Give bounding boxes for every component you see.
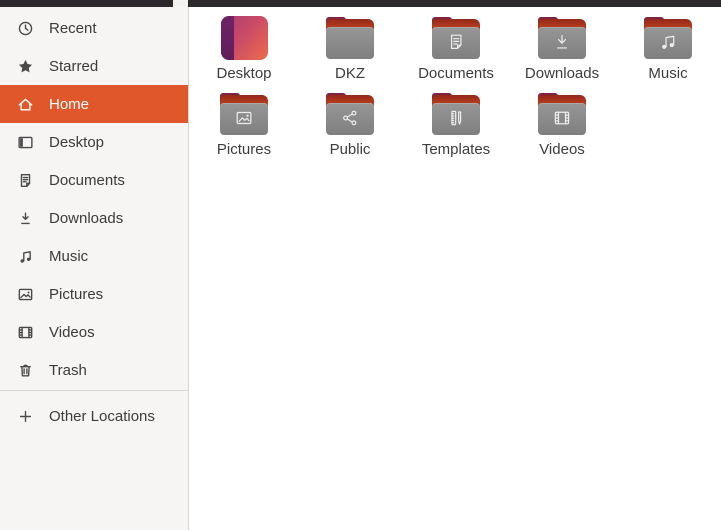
folder-icon [538,12,586,64]
folder-icon [432,12,480,64]
share-emblem-icon [343,110,357,126]
folder-icon [220,88,268,140]
headerbar-seam [173,0,188,7]
sidebar-item-starred[interactable]: Starred [0,47,188,85]
film-emblem-icon [554,111,570,125]
file-label: Desktop [216,65,272,82]
sidebar-item-label: Other Locations [49,407,155,425]
file-item-documents[interactable]: Documents [406,12,506,88]
sidebar-item-label: Videos [49,323,95,341]
file-label: Documents [418,65,494,82]
sidebar-item-label: Music [49,247,89,265]
folder-icon [538,88,586,140]
sidebar-item-label: Trash [49,361,87,379]
file-label: Videos [539,141,585,158]
sidebar-item-label: Pictures [49,285,104,303]
sidebar-separator [0,390,188,391]
image-icon [17,286,34,303]
folder-icon [326,12,374,64]
file-label: Downloads [524,65,600,82]
file-item-pictures[interactable]: Pictures [194,88,294,164]
music-emblem-icon [662,35,675,49]
download-icon [17,210,34,227]
file-label: Music [648,65,688,82]
sidebar-item-pictures[interactable]: Pictures [0,275,188,313]
sidebar-item-label: Recent [49,19,97,37]
sidebar: Recent Starred Home Desktop Documents Do… [0,7,189,530]
sidebar-item-label: Desktop [49,133,105,151]
file-item-music[interactable]: Music [618,12,718,88]
sidebar-item-label: Downloads [49,209,124,227]
sidebar-item-desktop[interactable]: Desktop [0,123,188,161]
download-emblem-icon [556,35,568,49]
sidebar-item-recent[interactable]: Recent [0,9,188,47]
star-icon [17,58,34,75]
clock-icon [17,20,34,37]
film-icon [17,324,34,341]
plus-icon [17,408,34,425]
file-item-templates[interactable]: Templates [406,88,506,164]
file-label: Templates [421,141,491,158]
window-top-edge [0,0,721,7]
document-emblem-icon [450,34,462,49]
file-grid: Desktop DKZ Documents Downloads Music Pi… [189,7,721,530]
sidebar-item-music[interactable]: Music [0,237,188,275]
file-label: DKZ [335,65,365,82]
sidebar-item-label: Documents [49,171,125,189]
file-label: Public [329,141,371,158]
files-window: Recent Starred Home Desktop Documents Do… [0,0,721,530]
template-emblem-icon [451,110,462,126]
folder-icon [326,88,374,140]
sidebar-item-trash[interactable]: Trash [0,351,188,389]
music-note-icon [17,248,34,265]
file-item-videos[interactable]: Videos [512,88,612,164]
sidebar-item-label: Home [49,95,90,113]
file-item-public[interactable]: Public [300,88,400,164]
sidebar-item-videos[interactable]: Videos [0,313,188,351]
file-label: Pictures [216,141,272,158]
sidebar-item-other-locations[interactable]: Other Locations [0,397,188,435]
desktop-icon [17,134,34,151]
sidebar-item-label: Starred [49,57,99,75]
sidebar-item-documents[interactable]: Documents [0,161,188,199]
image-emblem-icon [236,111,252,125]
desktop-wallpaper-icon [220,12,268,64]
home-icon [17,96,34,113]
file-item-downloads[interactable]: Downloads [512,12,612,88]
document-icon [17,172,34,189]
sidebar-item-downloads[interactable]: Downloads [0,199,188,237]
sidebar-item-home[interactable]: Home [0,85,188,123]
trash-icon [17,362,34,379]
folder-icon [432,88,480,140]
file-item-desktop[interactable]: Desktop [194,12,294,88]
file-item-dkz[interactable]: DKZ [300,12,400,88]
folder-icon [644,12,692,64]
